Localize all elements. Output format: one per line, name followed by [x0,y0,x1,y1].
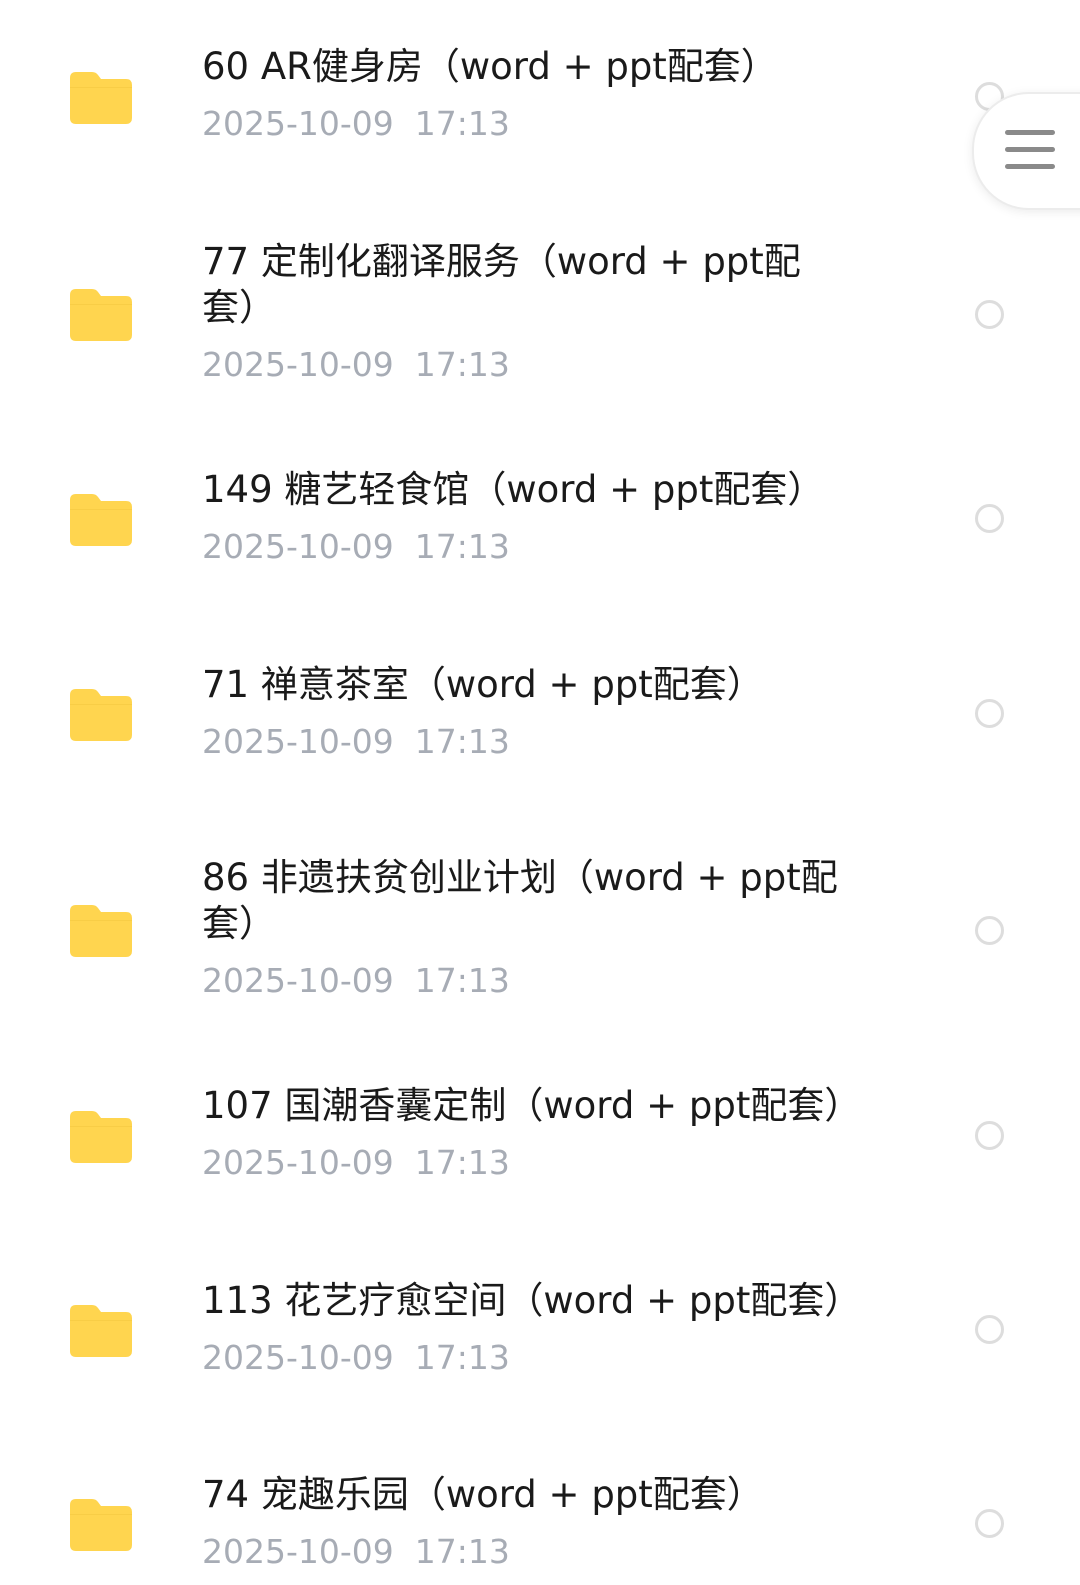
folder-icon [70,70,132,124]
file-text: 113 花艺疗愈空间（word + ppt配套） 2025-10-09 17:1… [202,1278,892,1378]
folder-icon [70,1109,132,1163]
folder-icon [70,492,132,546]
file-text: 71 禅意茶室（word + ppt配套） 2025-10-09 17:13 [202,662,892,762]
radio-unchecked-icon[interactable] [975,916,1004,945]
file-text: 74 宠趣乐园（word + ppt配套） 2025-10-09 17:13 [202,1472,892,1572]
list-item[interactable]: 77 定制化翻译服务（word + ppt配套） 2025-10-09 17:1… [0,195,1080,435]
file-date: 2025-10-09 17:13 [202,1143,510,1182]
file-list: 60 AR健身房（word + ppt配套） 2025-10-09 17:13 … [0,0,1080,1585]
file-title: 71 禅意茶室（word + ppt配套） [202,663,764,706]
folder-icon [70,903,132,957]
file-title: 60 AR健身房（word + ppt配套） [202,45,778,88]
radio-unchecked-icon[interactable] [975,1315,1004,1344]
list-item[interactable]: 71 禅意茶室（word + ppt配套） 2025-10-09 17:13 [0,630,1080,825]
radio-unchecked-icon[interactable] [975,300,1004,329]
folder-icon [70,1497,132,1551]
list-item[interactable]: 74 宠趣乐园（word + ppt配套） 2025-10-09 17:13 [0,1455,1080,1585]
file-date: 2025-10-09 17:13 [202,527,510,566]
radio-unchecked-icon[interactable] [975,1509,1004,1538]
file-title: 107 国潮香囊定制（word + ppt配套） [202,1084,862,1127]
radio-unchecked-icon[interactable] [975,699,1004,728]
file-title: 77 定制化翻译服务（word + ppt配套） [202,240,801,329]
list-item[interactable]: 113 花艺疗愈空间（word + ppt配套） 2025-10-09 17:1… [0,1260,1080,1455]
file-date: 2025-10-09 17:13 [202,104,510,143]
file-title: 113 花艺疗愈空间（word + ppt配套） [202,1279,862,1322]
file-date: 2025-10-09 17:13 [202,1338,510,1377]
file-date: 2025-10-09 17:13 [202,722,510,761]
list-item[interactable]: 60 AR健身房（word + ppt配套） 2025-10-09 17:13 [0,0,1080,195]
file-date: 2025-10-09 17:13 [202,1532,510,1571]
floating-menu-button[interactable] [972,92,1080,210]
radio-unchecked-icon[interactable] [975,504,1004,533]
list-item[interactable]: 107 国潮香囊定制（word + ppt配套） 2025-10-09 17:1… [0,1065,1080,1260]
radio-unchecked-icon[interactable] [975,1121,1004,1150]
file-title: 149 糖艺轻食馆（word + ppt配套） [202,468,825,511]
folder-icon [70,287,132,341]
file-text: 86 非遗扶贫创业计划（word + ppt配套） 2025-10-09 17:… [202,855,892,1001]
file-text: 60 AR健身房（word + ppt配套） 2025-10-09 17:13 [202,44,892,144]
file-date: 2025-10-09 17:13 [202,345,510,384]
folder-icon [70,1303,132,1357]
file-text: 77 定制化翻译服务（word + ppt配套） 2025-10-09 17:1… [202,239,842,385]
folder-icon [70,687,132,741]
file-title: 74 宠趣乐园（word + ppt配套） [202,1473,764,1516]
file-date: 2025-10-09 17:13 [202,961,510,1000]
list-item[interactable]: 86 非遗扶贫创业计划（word + ppt配套） 2025-10-09 17:… [0,825,1080,1065]
file-title: 86 非遗扶贫创业计划（word + ppt配套） [202,856,838,945]
hamburger-menu-icon [1005,130,1055,170]
file-text: 107 国潮香囊定制（word + ppt配套） 2025-10-09 17:1… [202,1083,892,1183]
list-item[interactable]: 149 糖艺轻食馆（word + ppt配套） 2025-10-09 17:13 [0,435,1080,630]
file-text: 149 糖艺轻食馆（word + ppt配套） 2025-10-09 17:13 [202,467,892,567]
